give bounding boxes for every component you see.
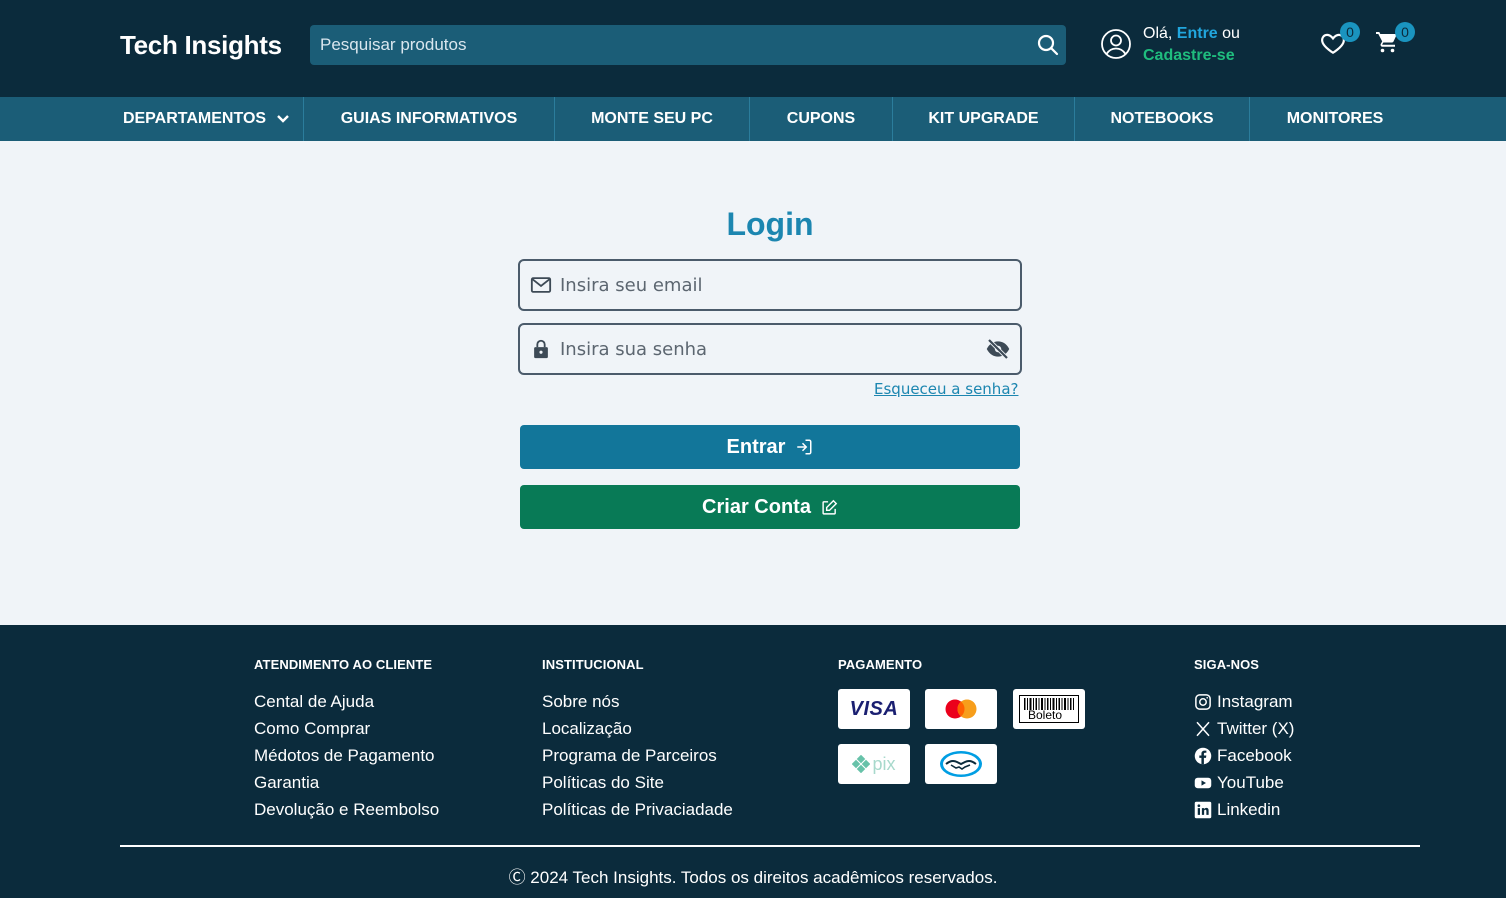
chevron-down-icon bbox=[277, 115, 289, 123]
nav-cupons[interactable]: CUPONS bbox=[750, 97, 893, 141]
greeting-prefix: Olá, bbox=[1143, 25, 1173, 42]
footer-divider bbox=[120, 845, 1420, 847]
search-input[interactable] bbox=[310, 25, 1010, 65]
create-account-label: Criar Conta bbox=[702, 495, 811, 518]
social-link-youtube[interactable]: YouTube bbox=[1194, 769, 1294, 796]
sign-in-icon bbox=[797, 439, 812, 455]
site-logo[interactable]: Tech Insights bbox=[120, 30, 282, 61]
nav-label: DEPARTAMENTOS bbox=[122, 110, 267, 127]
boleto-icon: Boleto bbox=[1013, 689, 1085, 729]
cart-button[interactable]: 0 bbox=[1375, 22, 1415, 58]
youtube-icon bbox=[1194, 777, 1212, 788]
footer-heading: ATENDIMENTO AO CLIENTE bbox=[254, 657, 433, 672]
forgot-password-link[interactable]: Esqueceu a senha? bbox=[874, 380, 1018, 398]
nav-label: CUPONS bbox=[786, 110, 856, 127]
main-navigation: DEPARTAMENTOS GUIAS INFORMATIVOS MONTE S… bbox=[0, 97, 1506, 141]
site-footer: ATENDIMENTO AO CLIENTE Cental de Ajuda C… bbox=[0, 625, 1506, 898]
envelope-icon bbox=[530, 277, 552, 293]
login-link[interactable]: Entre bbox=[1177, 25, 1218, 42]
create-account-button[interactable]: Criar Conta bbox=[520, 485, 1020, 529]
password-input[interactable] bbox=[560, 325, 960, 373]
copyright-text: Ⓒ 2024 Tech Insights. Todos os direitos … bbox=[0, 863, 1506, 888]
nav-guias-informativos[interactable]: GUIAS INFORMATIVOS bbox=[304, 97, 555, 141]
visa-icon: VISA bbox=[838, 689, 910, 729]
footer-link-help-center[interactable]: Cental de Ajuda bbox=[254, 688, 439, 715]
footer-link-returns[interactable]: Devolução e Reembolso bbox=[254, 796, 439, 823]
nav-label: GUIAS INFORMATIVOS bbox=[340, 110, 518, 127]
pix-label: pix bbox=[872, 753, 896, 774]
login-button[interactable]: Entrar bbox=[520, 425, 1020, 469]
social-link-linkedin[interactable]: Linkedin bbox=[1194, 796, 1294, 823]
footer-heading: INSTITUCIONAL bbox=[542, 657, 644, 672]
copyright-label: 2024 Tech Insights. Todos os direitos ac… bbox=[530, 868, 998, 887]
social-label: YouTube bbox=[1217, 773, 1284, 792]
nav-departamentos[interactable]: DEPARTAMENTOS bbox=[110, 97, 304, 141]
footer-link-warranty[interactable]: Garantia bbox=[254, 769, 439, 796]
boleto-label: Boleto bbox=[1028, 708, 1063, 722]
login-button-label: Entrar bbox=[726, 435, 786, 458]
footer-link-partners[interactable]: Programa de Parceiros bbox=[542, 742, 733, 769]
greeting-suffix: ou bbox=[1222, 25, 1240, 42]
mastercard-icon bbox=[925, 689, 997, 729]
footer-link-about[interactable]: Sobre nós bbox=[542, 688, 733, 715]
footer-link-payment-methods[interactable]: Médotos de Pagamento bbox=[254, 742, 439, 769]
boleto-logo: Boleto bbox=[1019, 695, 1079, 723]
email-input[interactable] bbox=[560, 261, 960, 309]
nav-kit-upgrade[interactable]: KIT UPGRADE bbox=[893, 97, 1075, 141]
search-icon[interactable] bbox=[1036, 33, 1060, 57]
wishlist-button[interactable]: 0 bbox=[1320, 22, 1360, 58]
social-link-facebook[interactable]: Facebook bbox=[1194, 742, 1294, 769]
nav-monte-seu-pc[interactable]: MONTE SEU PC bbox=[555, 97, 750, 141]
social-label: Instagram bbox=[1217, 692, 1293, 711]
nav-label: NOTEBOOKS bbox=[1110, 110, 1214, 127]
signup-link[interactable]: Cadastre-se bbox=[1143, 47, 1235, 65]
social-label: Facebook bbox=[1217, 746, 1292, 765]
mastercard-logo bbox=[945, 699, 977, 719]
site-header: Tech Insights Olá, Entre ou Cadastre-se … bbox=[0, 0, 1506, 97]
facebook-icon bbox=[1194, 747, 1212, 764]
footer-link-location[interactable]: Localização bbox=[542, 715, 733, 742]
social-link-twitter[interactable]: Twitter (X) bbox=[1194, 715, 1294, 742]
x-twitter-icon bbox=[1196, 721, 1210, 736]
mercadopago-icon bbox=[925, 744, 997, 784]
user-avatar-icon[interactable] bbox=[1100, 28, 1132, 60]
handshake-logo bbox=[940, 751, 982, 777]
footer-social: SIGA-NOS Instagram Twitter (X) Facebook bbox=[1194, 657, 1294, 823]
footer-heading: SIGA-NOS bbox=[1194, 657, 1260, 672]
footer-link-site-policies[interactable]: Políticas do Site bbox=[542, 769, 733, 796]
instagram-icon bbox=[1195, 693, 1211, 710]
linkedin-icon bbox=[1194, 801, 1212, 818]
visa-logo-text: VISA bbox=[849, 697, 899, 720]
email-field bbox=[518, 259, 1022, 311]
footer-institutional: INSTITUCIONAL Sobre nós Localização Prog… bbox=[542, 657, 733, 823]
footer-heading: PAGAMENTO bbox=[838, 657, 923, 672]
footer-link-privacy[interactable]: Políticas de Privaciadade bbox=[542, 796, 733, 823]
copyright-symbol: Ⓒ bbox=[508, 868, 526, 887]
social-link-instagram[interactable]: Instagram bbox=[1194, 688, 1294, 715]
nav-monitores[interactable]: MONITORES bbox=[1250, 97, 1420, 141]
password-field bbox=[518, 323, 1022, 375]
footer-customer-service: ATENDIMENTO AO CLIENTE Cental de Ajuda C… bbox=[254, 657, 439, 823]
footer-link-how-to-buy[interactable]: Como Comprar bbox=[254, 715, 439, 742]
nav-label: MONITORES bbox=[1286, 110, 1384, 127]
nav-label: MONTE SEU PC bbox=[591, 110, 713, 127]
lock-icon bbox=[534, 339, 548, 359]
search-bar bbox=[310, 25, 1066, 65]
nav-label: KIT UPGRADE bbox=[928, 110, 1039, 127]
greeting-text: Olá, Entre ou bbox=[1143, 25, 1240, 43]
edit-icon bbox=[822, 499, 838, 515]
footer-payment: PAGAMENTO VISA Boleto pix bbox=[838, 657, 1098, 827]
eye-off-icon[interactable] bbox=[986, 338, 1010, 360]
login-title: Login bbox=[726, 206, 814, 242]
wishlist-count-badge: 0 bbox=[1340, 22, 1360, 42]
social-label: Linkedin bbox=[1217, 800, 1281, 819]
social-label: Twitter (X) bbox=[1217, 719, 1295, 738]
pix-symbol bbox=[852, 755, 871, 773]
nav-notebooks[interactable]: NOTEBOOKS bbox=[1075, 97, 1250, 141]
pix-icon: pix bbox=[838, 744, 910, 784]
cart-count-badge: 0 bbox=[1395, 22, 1415, 42]
